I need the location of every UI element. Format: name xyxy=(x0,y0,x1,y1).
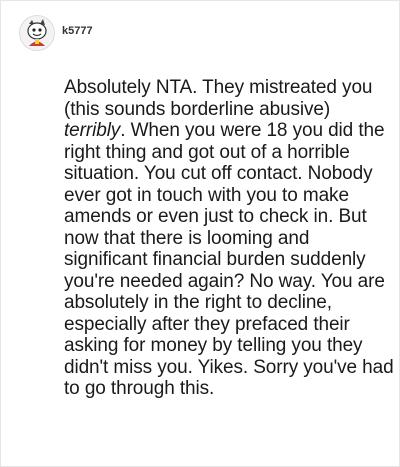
cartoon-character-avatar-icon xyxy=(20,16,54,50)
comment-text-end: . When you were 18 you did the right thi… xyxy=(64,120,394,399)
comment-card: k5777 Absolutely NTA. They mistreated yo… xyxy=(0,0,400,467)
comment-text-emphasis: terribly xyxy=(64,120,121,141)
avatar[interactable] xyxy=(19,15,55,51)
comment-body: Absolutely NTA. They mistreated you (thi… xyxy=(64,77,394,400)
comment-text-start: Absolutely NTA. They mistreated you (thi… xyxy=(64,77,373,120)
username[interactable]: k5777 xyxy=(62,25,93,37)
comment-header: k5777 xyxy=(19,15,93,51)
